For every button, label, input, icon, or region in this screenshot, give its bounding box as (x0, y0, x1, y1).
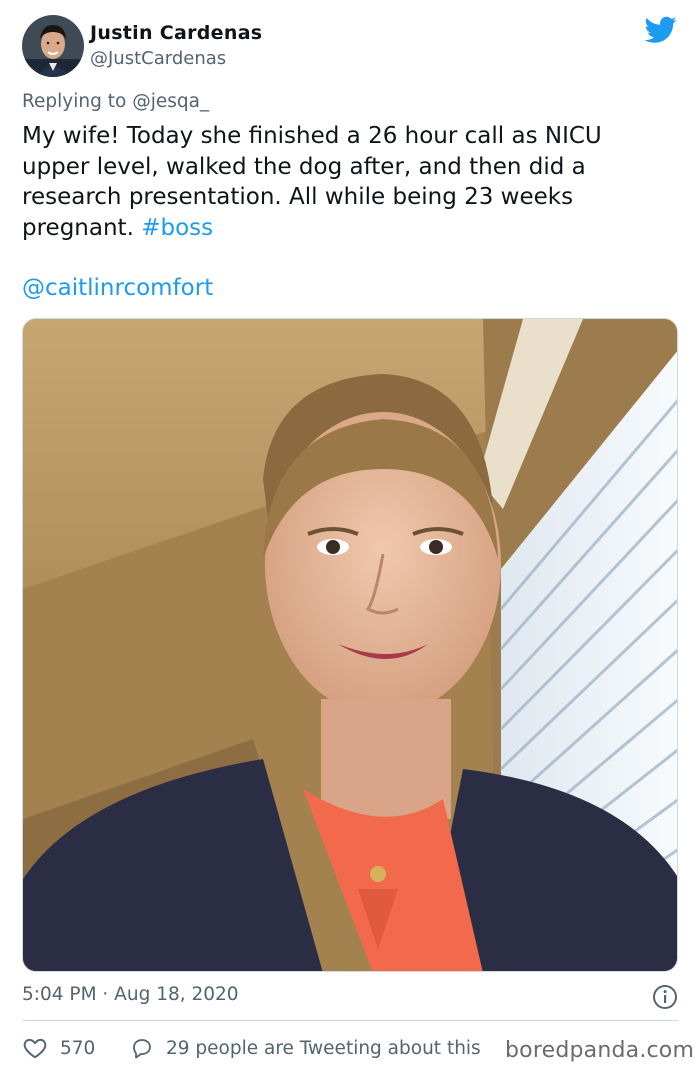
speech-bubble-icon (133, 1039, 151, 1059)
mention-link[interactable]: @caitlinrcomfort (22, 275, 213, 301)
watermark: boredpanda.com (505, 1038, 695, 1063)
tweet-text: My wife! Today she finished a 26 hour ca… (22, 121, 662, 243)
heart-icon (23, 1038, 47, 1059)
tweeting-about-text: 29 people are Tweeting about this (166, 1037, 481, 1059)
like-count: 570 (60, 1037, 96, 1059)
conversation-button[interactable]: 29 people are Tweeting about this (130, 1034, 481, 1062)
author-name[interactable]: Justin Cardenas (90, 22, 262, 44)
tweet-photo[interactable] (22, 318, 678, 972)
replying-to: Replying to @jesqa_ (22, 91, 209, 112)
tweet-line-text: pregnant. (22, 214, 142, 241)
tweet-card: Justin Cardenas @JustCardenas Replying t… (0, 0, 700, 1075)
tweet-line: research presentation. All while being 2… (22, 184, 574, 211)
like-button[interactable]: 570 (22, 1034, 95, 1062)
tweet-timestamp[interactable]: 5:04 PM · Aug 18, 2020 (22, 984, 239, 1005)
info-icon[interactable] (652, 984, 678, 1010)
avatar[interactable] (22, 15, 84, 77)
author-handle[interactable]: @JustCardenas (90, 48, 226, 69)
tweet-line-last: pregnant. #boss (22, 213, 662, 244)
hashtag-link[interactable]: #boss (141, 215, 213, 241)
replying-to-label: Replying to (22, 91, 133, 112)
reply-mention-link[interactable]: @jesqa_ (132, 91, 209, 112)
divider (22, 1020, 678, 1021)
tweet-line: upper level, walked the dog after, and t… (22, 153, 586, 180)
tweet-line: My wife! Today she finished a 26 hour ca… (22, 123, 602, 149)
twitter-bird-icon[interactable] (644, 16, 677, 44)
